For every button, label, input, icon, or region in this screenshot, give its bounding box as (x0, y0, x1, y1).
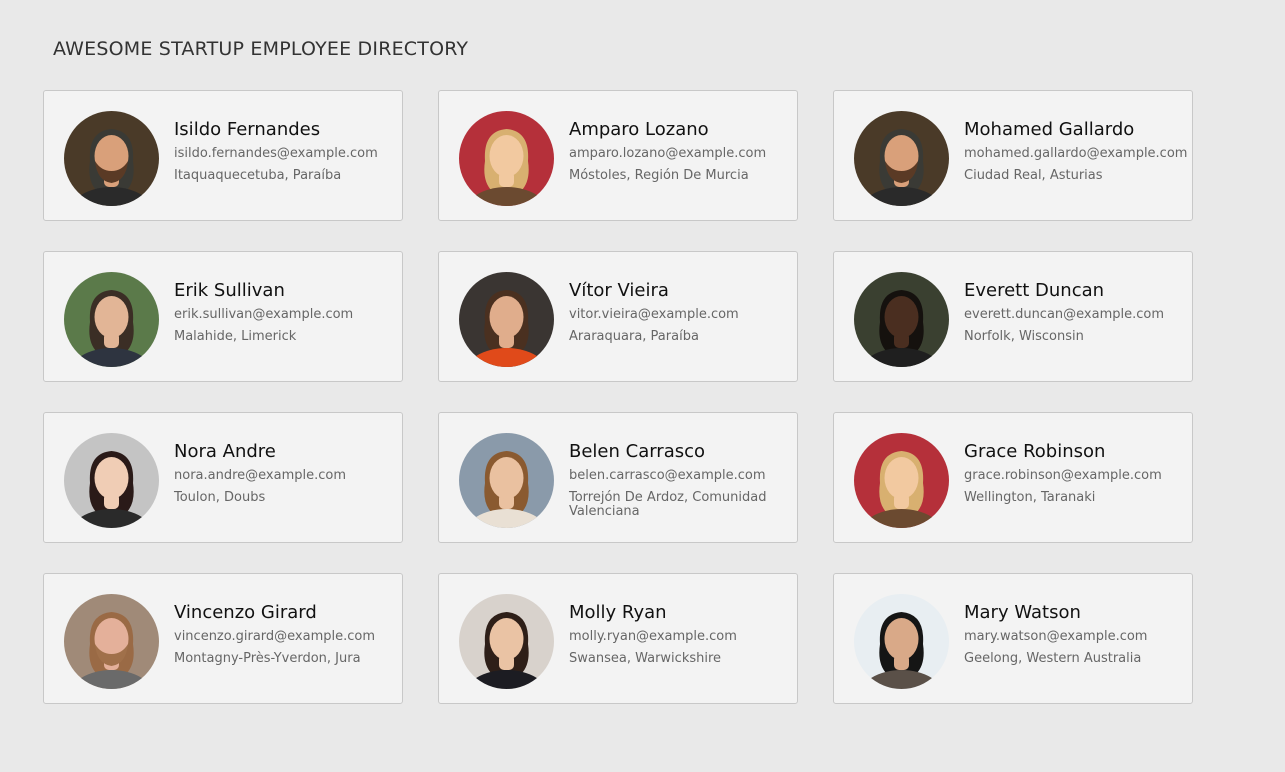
employee-card[interactable]: Molly Ryan molly.ryan@example.com Swanse… (438, 573, 798, 704)
avatar-photo-icon (459, 111, 554, 206)
employee-card[interactable]: Belen Carrasco belen.carrasco@example.co… (438, 412, 798, 543)
employee-card[interactable]: Everett Duncan everett.duncan@example.co… (833, 251, 1193, 382)
employee-location: Itaquaquecetuba, Paraíba (174, 168, 342, 183)
employee-email: molly.ryan@example.com (569, 629, 737, 644)
employee-location: Ciudad Real, Asturias (964, 168, 1103, 183)
employee-location: Malahide, Limerick (174, 329, 297, 344)
employee-card[interactable]: Mary Watson mary.watson@example.com Geel… (833, 573, 1193, 704)
employee-info: Isildo Fernandes isildo.fernandes@exampl… (174, 119, 396, 183)
employee-location: Wellington, Taranaki (964, 490, 1096, 505)
employee-info: Molly Ryan molly.ryan@example.com Swanse… (569, 602, 791, 666)
avatar-photo-icon (64, 272, 159, 367)
avatar (854, 594, 949, 689)
avatar (459, 111, 554, 206)
employee-card[interactable]: Vincenzo Girard vincenzo.girard@example.… (43, 573, 403, 704)
avatar (854, 433, 949, 528)
employee-location: Swansea, Warwickshire (569, 651, 722, 666)
avatar-photo-icon (64, 111, 159, 206)
employee-location: Toulon, Doubs (174, 490, 266, 505)
avatar-photo-icon (854, 272, 949, 367)
avatar-photo-icon (854, 111, 949, 206)
employee-name: Vítor Vieira (569, 280, 669, 301)
employee-name: Mohamed Gallardo (964, 119, 1135, 140)
avatar (854, 272, 949, 367)
employee-location: Montagny-Près-Yverdon, Jura (174, 651, 361, 666)
employee-location: Geelong, Western Australia (964, 651, 1142, 666)
employee-info: Erik Sullivan erik.sullivan@example.com … (174, 280, 396, 344)
avatar (64, 272, 159, 367)
employee-card[interactable]: Erik Sullivan erik.sullivan@example.com … (43, 251, 403, 382)
employee-grid: Isildo Fernandes isildo.fernandes@exampl… (43, 90, 1193, 704)
employee-card[interactable]: Grace Robinson grace.robinson@example.co… (833, 412, 1193, 543)
avatar-photo-icon (64, 594, 159, 689)
employee-name: Erik Sullivan (174, 280, 285, 301)
employee-email: vitor.vieira@example.com (569, 307, 739, 322)
employee-info: Mary Watson mary.watson@example.com Geel… (964, 602, 1186, 666)
employee-email: amparo.lozano@example.com (569, 146, 767, 161)
employee-email: vincenzo.girard@example.com (174, 629, 376, 644)
employee-location: Norfolk, Wisconsin (964, 329, 1084, 344)
avatar-photo-icon (459, 594, 554, 689)
employee-name: Amparo Lozano (569, 119, 709, 140)
employee-email: mary.watson@example.com (964, 629, 1148, 644)
employee-info: Amparo Lozano amparo.lozano@example.com … (569, 119, 791, 183)
employee-info: Mohamed Gallardo mohamed.gallardo@exampl… (964, 119, 1188, 183)
employee-location: Móstoles, Región De Murcia (569, 168, 749, 183)
employee-info: Vincenzo Girard vincenzo.girard@example.… (174, 602, 396, 666)
employee-name: Molly Ryan (569, 602, 667, 623)
employee-info: Grace Robinson grace.robinson@example.co… (964, 441, 1186, 505)
employee-info: Vítor Vieira vitor.vieira@example.com Ar… (569, 280, 791, 344)
avatar-photo-icon (64, 433, 159, 528)
employee-email: mohamed.gallardo@example.com (964, 146, 1188, 161)
employee-card[interactable]: Mohamed Gallardo mohamed.gallardo@exampl… (833, 90, 1193, 221)
avatar (64, 433, 159, 528)
employee-card[interactable]: Amparo Lozano amparo.lozano@example.com … (438, 90, 798, 221)
employee-email: isildo.fernandes@example.com (174, 146, 378, 161)
avatar-photo-icon (459, 272, 554, 367)
avatar (64, 111, 159, 206)
employee-email: belen.carrasco@example.com (569, 468, 766, 483)
page-title: AWESOME STARTUP EMPLOYEE DIRECTORY (53, 38, 469, 60)
avatar (459, 272, 554, 367)
employee-location: Araraquara, Paraíba (569, 329, 699, 344)
employee-email: nora.andre@example.com (174, 468, 347, 483)
avatar-photo-icon (854, 594, 949, 689)
employee-location: Torrejón De Ardoz, Comunidad Valenciana (569, 490, 767, 519)
employee-info: Belen Carrasco belen.carrasco@example.co… (569, 441, 791, 519)
avatar (459, 433, 554, 528)
employee-name: Grace Robinson (964, 441, 1106, 462)
directory-page: AWESOME STARTUP EMPLOYEE DIRECTORY Isild… (0, 0, 1285, 772)
employee-email: grace.robinson@example.com (964, 468, 1162, 483)
employee-email: everett.duncan@example.com (964, 307, 1165, 322)
employee-info: Everett Duncan everett.duncan@example.co… (964, 280, 1186, 344)
employee-name: Nora Andre (174, 441, 276, 462)
employee-card[interactable]: Nora Andre nora.andre@example.com Toulon… (43, 412, 403, 543)
employee-card[interactable]: Vítor Vieira vitor.vieira@example.com Ar… (438, 251, 798, 382)
employee-name: Mary Watson (964, 602, 1081, 623)
avatar-photo-icon (459, 433, 554, 528)
avatar (459, 594, 554, 689)
avatar-photo-icon (854, 433, 949, 528)
employee-name: Vincenzo Girard (174, 602, 317, 623)
employee-info: Nora Andre nora.andre@example.com Toulon… (174, 441, 396, 505)
employee-name: Isildo Fernandes (174, 119, 321, 140)
employee-card[interactable]: Isildo Fernandes isildo.fernandes@exampl… (43, 90, 403, 221)
avatar (64, 594, 159, 689)
employee-name: Everett Duncan (964, 280, 1105, 301)
employee-email: erik.sullivan@example.com (174, 307, 354, 322)
employee-name: Belen Carrasco (569, 441, 706, 462)
avatar (854, 111, 949, 206)
